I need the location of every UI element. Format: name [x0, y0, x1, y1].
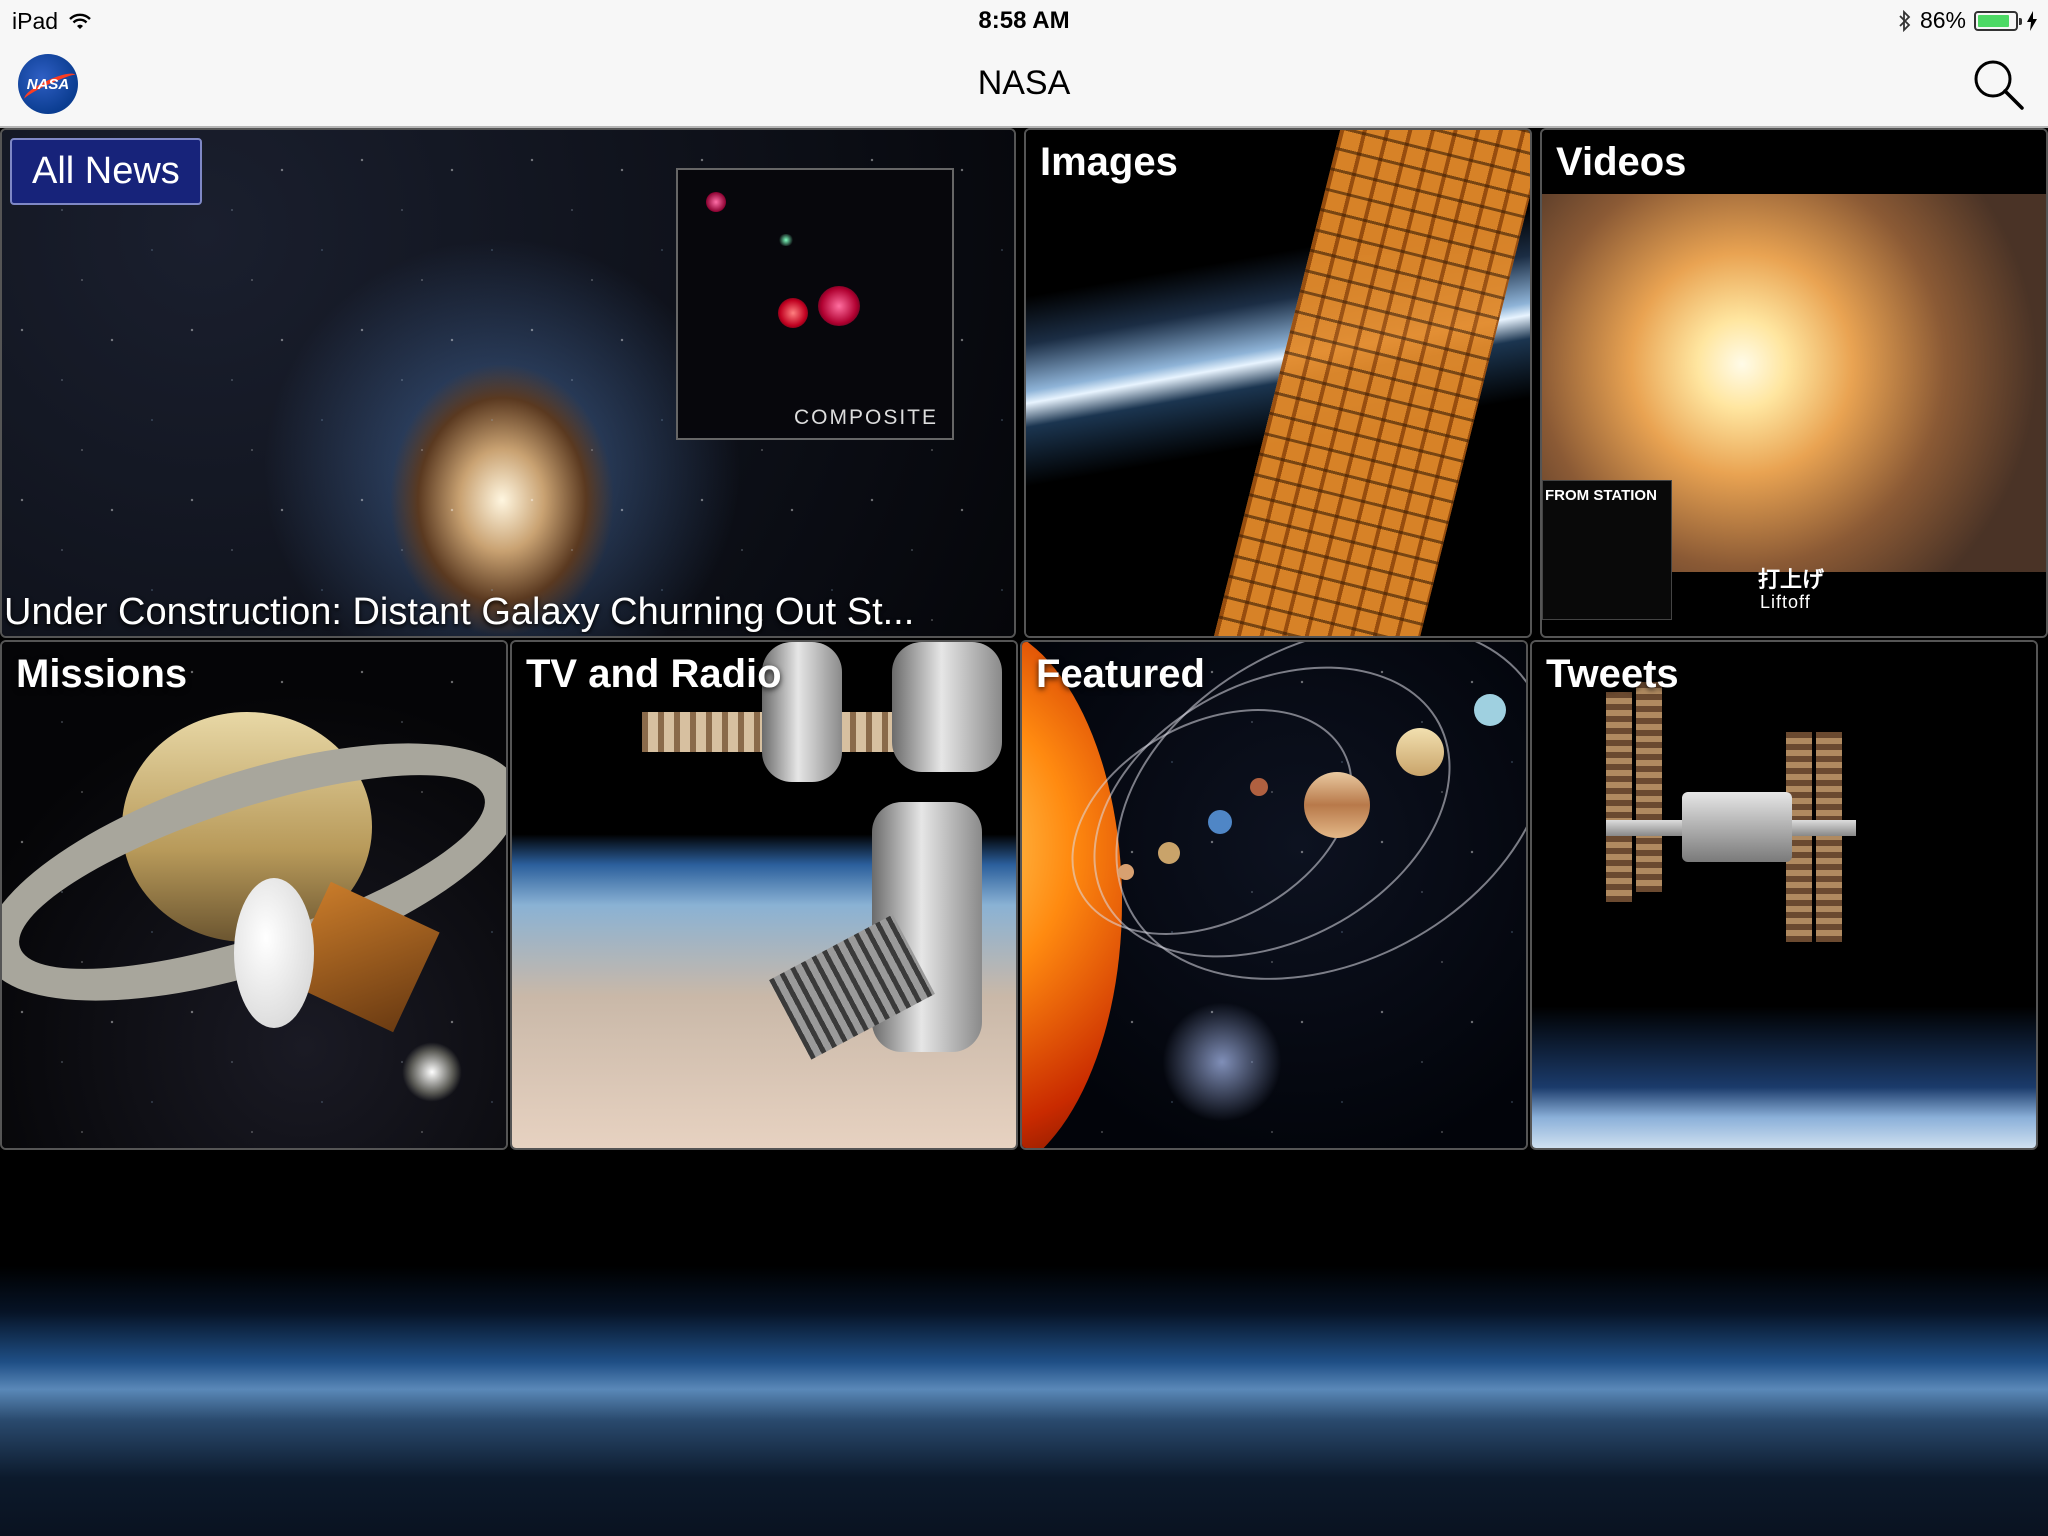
featured-label: Featured	[1036, 652, 1205, 696]
images-label: Images	[1040, 140, 1178, 184]
videos-tile[interactable]: FROM STATION 打上げ Liftoff Videos	[1540, 128, 2048, 638]
tv-and-radio-label: TV and Radio	[526, 652, 782, 696]
tv-and-radio-tile[interactable]: TV and Radio	[510, 640, 1018, 1150]
logo-text: NASA	[26, 75, 70, 93]
battery-icon	[1974, 10, 2022, 31]
status-time: 8:58 AM	[978, 7, 1070, 34]
tweets-tile[interactable]: Tweets	[1530, 640, 2038, 1150]
status-bar: iPad 8:58 AM 86%	[0, 0, 2048, 40]
video-subtitle-en: Liftoff	[1760, 592, 1811, 612]
navigation-bar: NASA NASA	[0, 40, 2048, 128]
page-title: NASA	[977, 64, 1071, 102]
solar-system-image	[1022, 642, 1526, 1148]
nasa-logo-icon[interactable]: NASA	[18, 54, 78, 114]
earth-horizon-background	[0, 1150, 2048, 1536]
from-station-inset: FROM STATION	[1542, 480, 1672, 620]
missions-label: Missions	[16, 652, 188, 696]
status-right: 86%	[1898, 7, 2038, 34]
solar-array-image	[1026, 130, 1530, 636]
bolt-icon	[2027, 10, 2037, 31]
inset-label: COMPOSITE	[793, 406, 938, 429]
search-icon[interactable]	[1970, 56, 2026, 112]
battery-level	[1978, 14, 2009, 27]
space-station-image	[512, 642, 1016, 1148]
all-news-tile[interactable]: COMPOSITE All News Under Construction: D…	[0, 128, 1016, 638]
iss-image	[1532, 642, 2036, 1148]
headline-caption[interactable]: Under Construction: Distant Galaxy Churn…	[4, 591, 1014, 634]
composite-inset-image: COMPOSITE	[676, 168, 954, 440]
images-tile[interactable]: Images	[1024, 128, 1532, 638]
video-inset-label: FROM STATION	[1545, 487, 1657, 504]
section-grid: COMPOSITE All News Under Construction: D…	[0, 128, 2048, 1150]
videos-label: Videos	[1556, 140, 1687, 184]
saturn-probe-image	[2, 642, 506, 1148]
bluetooth-icon	[1899, 9, 1911, 32]
battery-percent: 86%	[1919, 7, 1966, 33]
tweets-label: Tweets	[1546, 652, 1679, 696]
video-thumbnail: FROM STATION 打上げ Liftoff	[1542, 130, 2046, 636]
featured-tile[interactable]: Featured	[1020, 640, 1528, 1150]
video-subtitle-jp: 打上げ	[1758, 567, 1825, 592]
missions-tile[interactable]: Missions	[0, 640, 508, 1150]
all-news-badge[interactable]: All News	[10, 138, 202, 205]
